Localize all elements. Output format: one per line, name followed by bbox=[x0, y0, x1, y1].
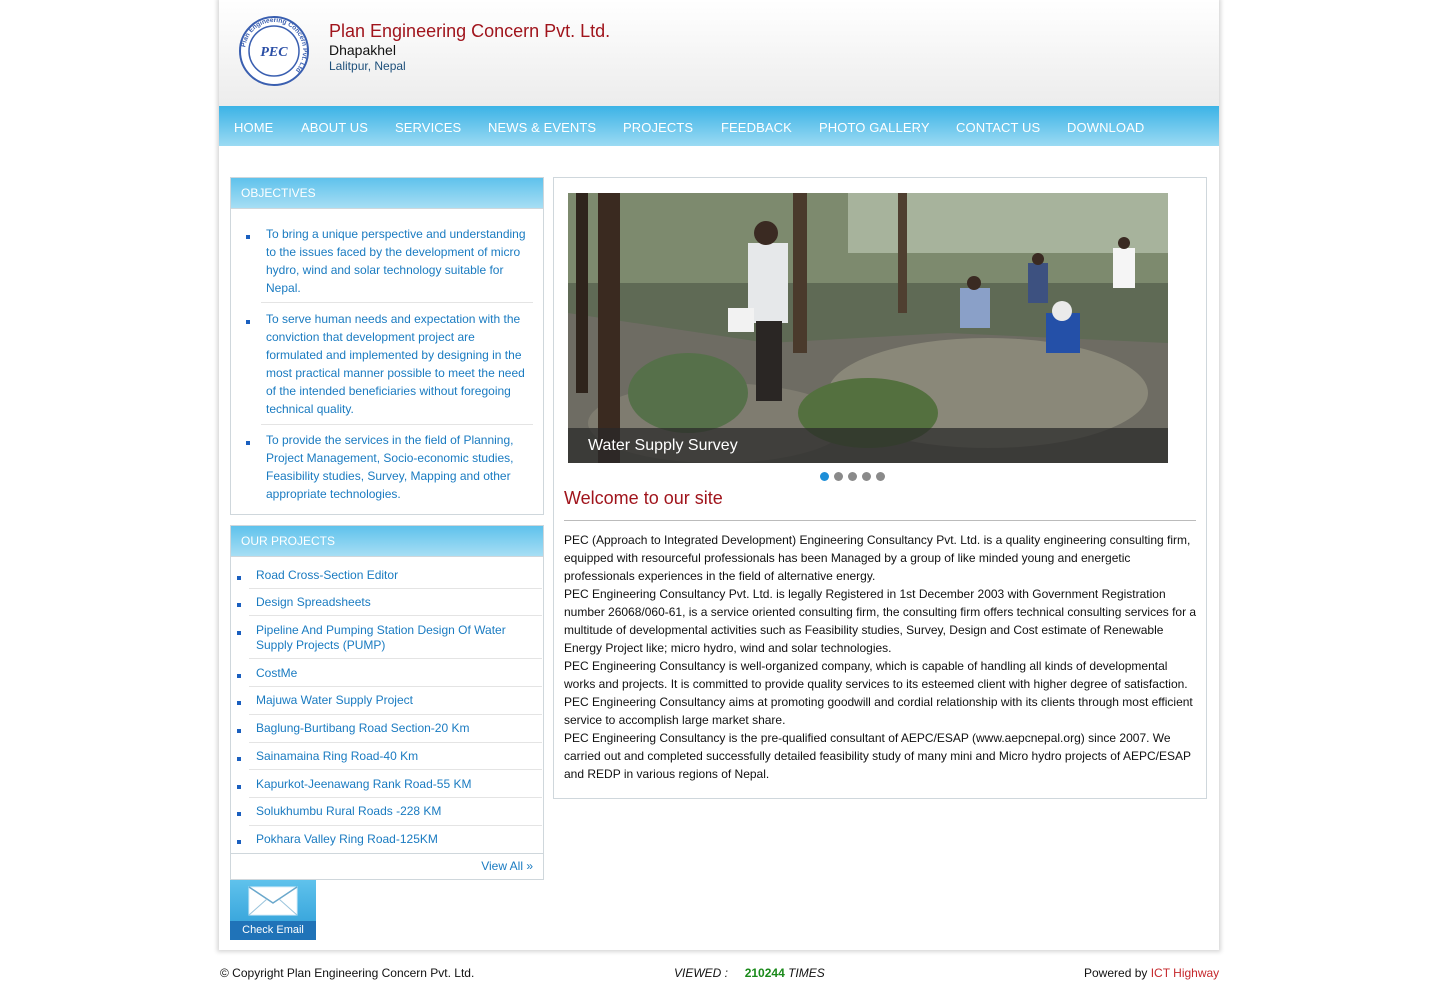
intro-paragraph: PEC Engineering Consultancy aims at prom… bbox=[564, 695, 1193, 727]
viewed-label: VIEWED : bbox=[674, 966, 729, 980]
nav-photo-gallery[interactable]: PHOTO GALLERY bbox=[819, 120, 930, 135]
slider-dot[interactable] bbox=[862, 472, 871, 481]
divider bbox=[261, 424, 533, 425]
project-link[interactable]: CostMe bbox=[256, 666, 526, 681]
bullet-icon bbox=[246, 320, 250, 324]
divider bbox=[564, 520, 1196, 521]
intro-paragraph: PEC Engineering Consultancy is well-orga… bbox=[564, 659, 1188, 691]
projects-panel: OUR PROJECTS Road Cross-Section Editor D… bbox=[230, 525, 544, 880]
project-link[interactable]: Design Spreadsheets bbox=[256, 595, 526, 610]
divider bbox=[261, 302, 533, 303]
nav-home[interactable]: HOME bbox=[234, 120, 273, 135]
bullet-icon bbox=[237, 603, 241, 607]
powered-by-label: Powered by bbox=[1084, 966, 1148, 980]
divider bbox=[249, 769, 542, 770]
bullet-icon bbox=[246, 441, 250, 445]
bullet-icon bbox=[237, 785, 241, 789]
powered-by-link[interactable]: ICT Highway bbox=[1151, 966, 1219, 980]
bullet-icon bbox=[237, 840, 241, 844]
image-slider[interactable]: Water Supply Survey bbox=[568, 193, 1168, 463]
main-navigation: HOME ABOUT US SERVICES NEWS & EVENTS PRO… bbox=[219, 106, 1219, 146]
nav-contact-us[interactable]: CONTACT US bbox=[956, 120, 1040, 135]
page-wrapper: Plan Engineering Concern Pvt. Ltd PEC Pl… bbox=[219, 0, 1219, 950]
nav-news-events[interactable]: NEWS & EVENTS bbox=[488, 120, 596, 135]
divider bbox=[249, 797, 542, 798]
intro-paragraph: PEC (Approach to Integrated Development)… bbox=[564, 533, 1191, 583]
bullet-icon bbox=[246, 235, 250, 239]
copyright-text: © Copyright Plan Engineering Concern Pvt… bbox=[220, 966, 475, 980]
nav-services[interactable]: SERVICES bbox=[395, 120, 461, 135]
divider bbox=[249, 686, 542, 687]
divider bbox=[249, 615, 542, 616]
address-line-2: Lalitpur, Nepal bbox=[329, 59, 406, 73]
envelope-icon bbox=[248, 886, 298, 916]
bullet-icon bbox=[237, 701, 241, 705]
bullet-icon bbox=[237, 812, 241, 816]
slider-dot[interactable] bbox=[848, 472, 857, 481]
bullet-icon bbox=[237, 631, 241, 635]
slider-dot[interactable] bbox=[834, 472, 843, 481]
nav-projects[interactable]: PROJECTS bbox=[623, 120, 693, 135]
project-link[interactable]: Sainamaina Ring Road-40 Km bbox=[256, 749, 526, 764]
company-logo[interactable]: Plan Engineering Concern Pvt. Ltd PEC bbox=[238, 15, 310, 87]
check-email-button[interactable]: Check Email bbox=[230, 880, 316, 940]
slide-caption: Water Supply Survey bbox=[568, 428, 1168, 463]
visitor-counter: VIEWED : 210244 TIMES bbox=[674, 966, 825, 980]
viewed-suffix: TIMES bbox=[788, 966, 825, 980]
objective-item: To provide the services in the field of … bbox=[266, 433, 514, 501]
projects-title: OUR PROJECTS bbox=[231, 526, 543, 557]
project-link[interactable]: Pipeline And Pumping Station Design Of W… bbox=[256, 623, 521, 653]
slider-dot-active[interactable] bbox=[820, 472, 829, 481]
bullet-icon bbox=[237, 674, 241, 678]
powered-by: Powered by ICT Highway bbox=[1084, 966, 1219, 980]
intro-paragraph: PEC Engineering Consultancy Pvt. Ltd. is… bbox=[564, 587, 1197, 655]
project-link[interactable]: Road Cross-Section Editor bbox=[256, 568, 526, 583]
slider-dot[interactable] bbox=[876, 472, 885, 481]
divider bbox=[249, 825, 542, 826]
survey-photo bbox=[568, 193, 1168, 463]
bullet-icon bbox=[237, 576, 241, 580]
logo-text: PEC bbox=[260, 45, 288, 60]
site-header: Plan Engineering Concern Pvt. Ltd PEC Pl… bbox=[219, 0, 1219, 106]
main-content-panel: Water Supply Survey Welcome to our site … bbox=[553, 177, 1207, 799]
project-link[interactable]: Kapurkot-Jeenawang Rank Road-55 KM bbox=[256, 777, 526, 792]
nav-download[interactable]: DOWNLOAD bbox=[1067, 120, 1144, 135]
objective-item: To bring a unique perspective and unders… bbox=[266, 227, 526, 295]
nav-about-us[interactable]: ABOUT US bbox=[301, 120, 368, 135]
view-all-projects-link[interactable]: View All » bbox=[481, 859, 533, 873]
address-line-1: Dhapakhel bbox=[329, 42, 396, 58]
divider bbox=[231, 853, 543, 854]
project-link[interactable]: Majuwa Water Supply Project bbox=[256, 693, 526, 708]
nav-feedback[interactable]: FEEDBACK bbox=[721, 120, 792, 135]
divider bbox=[249, 658, 542, 659]
project-link[interactable]: Baglung-Burtibang Road Section-20 Km bbox=[256, 721, 526, 736]
welcome-heading: Welcome to our site bbox=[564, 488, 723, 508]
check-email-label: Check Email bbox=[230, 921, 316, 940]
intro-paragraph: PEC Engineering Consultancy is the pre-q… bbox=[564, 731, 1191, 781]
divider bbox=[249, 588, 542, 589]
bullet-icon bbox=[237, 757, 241, 761]
viewed-count: 210244 bbox=[744, 966, 785, 980]
bullet-icon bbox=[237, 729, 241, 733]
divider bbox=[249, 714, 542, 715]
divider bbox=[249, 742, 542, 743]
project-link[interactable]: Pokhara Valley Ring Road-125KM bbox=[256, 832, 526, 847]
objectives-title: OBJECTIVES bbox=[231, 178, 543, 209]
company-name: Plan Engineering Concern Pvt. Ltd. bbox=[329, 21, 611, 41]
objective-item: To serve human needs and expectation wit… bbox=[266, 312, 525, 416]
project-link[interactable]: Solukhumbu Rural Roads -228 KM bbox=[256, 804, 526, 819]
objectives-panel: OBJECTIVES To bring a unique perspective… bbox=[230, 177, 544, 515]
